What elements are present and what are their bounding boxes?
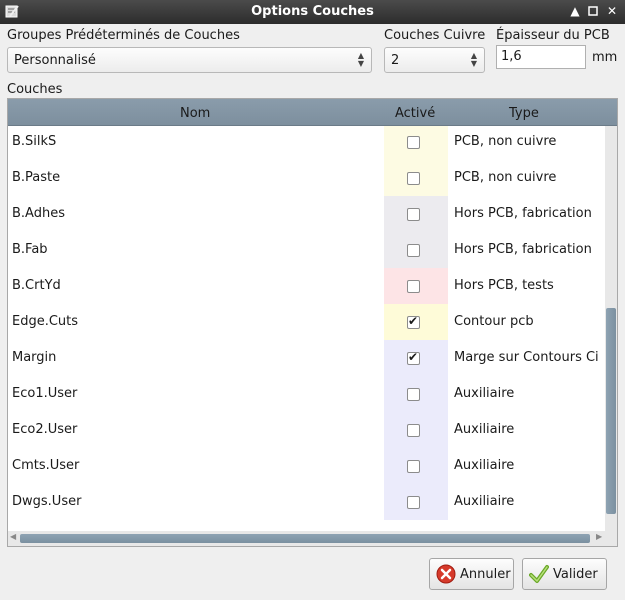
layer-active-checkbox[interactable]	[407, 496, 420, 509]
thickness-unit: mm	[592, 50, 618, 65]
layer-name: B.Paste	[12, 170, 61, 185]
maximize-icon[interactable]	[585, 3, 601, 19]
scroll-right-icon[interactable]: ▶	[596, 532, 602, 541]
thickness-label: Épaisseur du PCB	[496, 28, 610, 43]
layer-type: Hors PCB, fabrication	[454, 206, 592, 221]
layer-row[interactable]: B.Paste PCB, non cuivre	[8, 160, 604, 196]
layer-row[interactable]: B.SilkS PCB, non cuivre	[8, 126, 604, 160]
presets-value: Personnalisé	[14, 53, 96, 68]
layer-type: Auxiliaire	[454, 494, 515, 509]
layer-active-checkbox[interactable]	[407, 208, 420, 221]
layer-type: Marge sur Contours Ci	[454, 350, 599, 365]
thickness-value: 1,6	[501, 49, 522, 64]
copper-label: Couches Cuivre	[384, 28, 486, 43]
ok-label: Valider	[553, 567, 598, 582]
layer-active-checkbox[interactable]	[407, 350, 420, 365]
layer-row[interactable]: B.CrtYd Hors PCB, tests	[8, 268, 604, 304]
copper-select[interactable]: 2 ▲ ▼	[384, 47, 485, 73]
pin-up-icon[interactable]: ▲	[567, 3, 583, 19]
vertical-scroll-thumb[interactable]	[606, 308, 616, 514]
cancel-label: Annuler	[460, 567, 511, 582]
layers-grid: Nom Activé Type B.SilkS PCB, non cuivre B.…	[7, 98, 618, 547]
layer-type: Auxiliaire	[454, 422, 515, 437]
chevron-updown-icon: ▲ ▼	[470, 51, 477, 68]
layer-row[interactable]: Margin Marge sur Contours Ci	[8, 340, 604, 376]
cancel-icon	[436, 564, 456, 584]
layer-row[interactable]: B.Fab Hors PCB, fabrication	[8, 232, 604, 268]
layer-type: PCB, non cuivre	[454, 134, 557, 149]
layer-type: PCB, non cuivre	[454, 170, 557, 185]
layer-row[interactable]: Edge.Cuts Contour pcb	[8, 304, 604, 340]
layer-row[interactable]: Cmts.User Auxiliaire	[8, 448, 604, 484]
column-header-name[interactable]: Nom	[180, 106, 210, 121]
layer-row[interactable]: Eco2.User Auxiliaire	[8, 412, 604, 448]
layer-name: Eco1.User	[12, 386, 78, 401]
cancel-button[interactable]: Annuler	[429, 558, 514, 590]
layer-type: Contour pcb	[454, 314, 534, 329]
layer-active-checkbox[interactable]	[407, 136, 420, 149]
layer-active-checkbox[interactable]	[407, 172, 420, 185]
layer-row[interactable]: Eco1.User Auxiliaire	[8, 376, 604, 412]
layer-type: Hors PCB, fabrication	[454, 242, 592, 257]
layer-row[interactable]: B.Adhes Hors PCB, fabrication	[8, 196, 604, 232]
title-bar: Options Couches ▲ ✕	[0, 0, 625, 24]
layer-active-checkbox[interactable]	[407, 388, 420, 401]
layer-active-checkbox[interactable]	[407, 280, 420, 293]
vertical-scrollbar[interactable]	[605, 126, 617, 531]
layer-name: Eco2.User	[12, 422, 78, 437]
layer-type: Auxiliaire	[454, 458, 515, 473]
layer-active-checkbox[interactable]	[407, 424, 420, 437]
horizontal-scrollbar[interactable]: ◀ ▶	[8, 531, 617, 546]
layer-name: Edge.Cuts	[12, 314, 79, 329]
ok-button[interactable]: Valider	[522, 558, 607, 590]
layer-active-checkbox[interactable]	[407, 244, 420, 257]
layer-name: Cmts.User	[12, 458, 80, 473]
checkmark-icon	[529, 564, 549, 584]
layers-label: Couches	[7, 82, 63, 97]
layer-name: Dwgs.User	[12, 494, 82, 509]
horizontal-scroll-thumb[interactable]	[20, 534, 590, 543]
layer-type: Auxiliaire	[454, 386, 515, 401]
layer-row[interactable]: Dwgs.User Auxiliaire	[8, 484, 604, 520]
layer-name: B.Adhes	[12, 206, 65, 221]
layer-name: Margin	[12, 350, 57, 365]
presets-select[interactable]: Personnalisé ▲ ▼	[7, 47, 372, 73]
close-icon[interactable]: ✕	[604, 3, 620, 19]
scroll-left-icon[interactable]: ◀	[10, 532, 16, 541]
grid-header: Nom Activé Type	[8, 99, 617, 126]
layer-name: B.Fab	[12, 242, 48, 257]
column-header-active[interactable]: Activé	[395, 106, 435, 121]
layer-type: Hors PCB, tests	[454, 278, 554, 293]
layer-name: B.CrtYd	[12, 278, 61, 293]
layer-rows: B.SilkS PCB, non cuivre B.Paste PCB, non cu…	[8, 126, 604, 531]
thickness-input[interactable]: 1,6	[496, 45, 586, 69]
chevron-updown-icon: ▲ ▼	[357, 51, 364, 68]
window-title: Options Couches	[251, 4, 374, 19]
copper-value: 2	[391, 53, 400, 68]
layer-name: B.SilkS	[12, 134, 57, 149]
presets-label: Groupes Prédéterminés de Couches	[7, 28, 240, 43]
layer-active-checkbox[interactable]	[407, 460, 420, 473]
column-header-type[interactable]: Type	[509, 106, 539, 121]
layer-active-checkbox[interactable]	[407, 314, 420, 329]
